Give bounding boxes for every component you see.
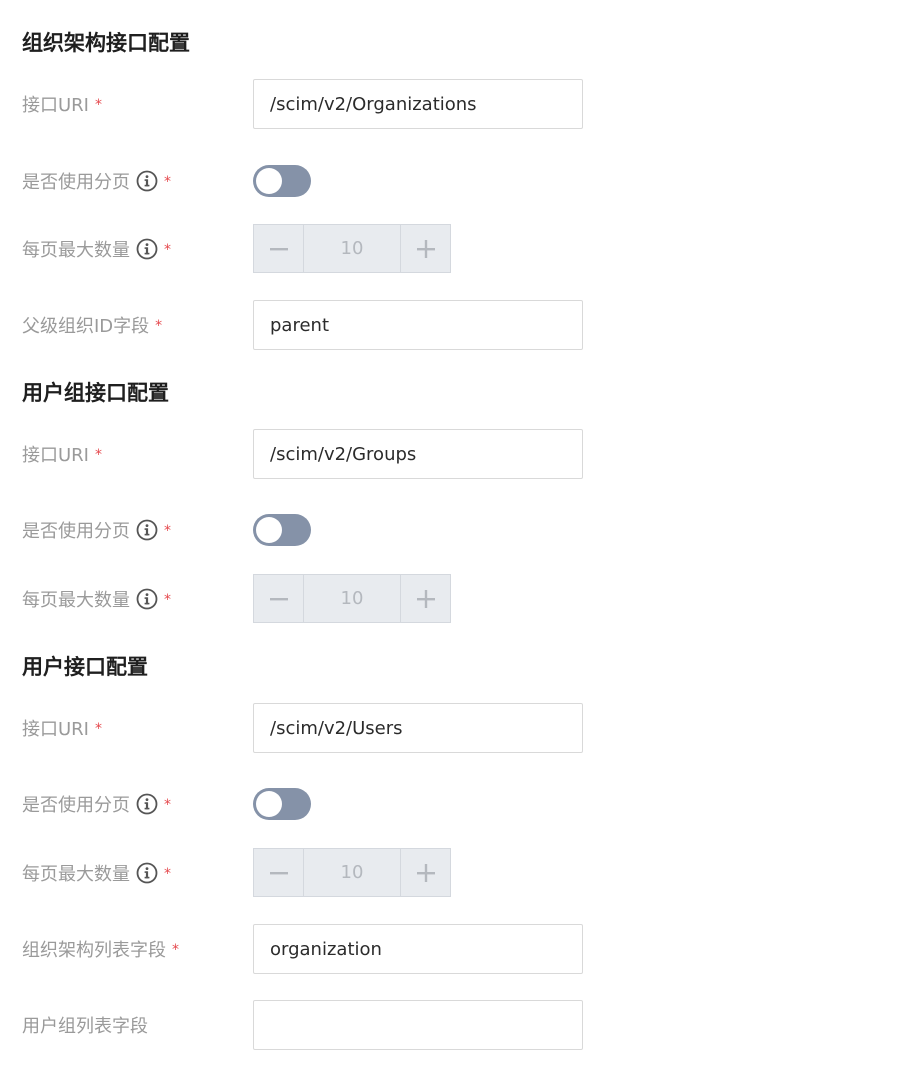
required-mark: *: [164, 797, 171, 813]
parent-id-input[interactable]: [253, 300, 583, 350]
org-uri-field[interactable]: [254, 80, 582, 128]
user-page-size-label: 每页最大数量: [22, 864, 130, 885]
plus-icon: [416, 589, 435, 608]
org-paging-toggle[interactable]: [253, 165, 311, 197]
user-uri-label: 接口URI: [22, 719, 89, 740]
toggle-knob: [256, 168, 282, 194]
field-label: 用户组列表字段: [22, 1000, 148, 1050]
field-label: 是否使用分页 *: [22, 505, 171, 555]
page-size-value[interactable]: 10: [304, 575, 400, 622]
field-label: 是否使用分页 *: [22, 156, 171, 206]
required-mark: *: [164, 174, 171, 190]
minus-icon: [269, 247, 288, 250]
minus-icon: [269, 597, 288, 600]
decrement-button[interactable]: [254, 575, 304, 622]
group-paging-label: 是否使用分页: [22, 521, 130, 542]
info-icon[interactable]: [136, 238, 158, 260]
group-page-size-stepper: 10: [253, 574, 451, 623]
form-row-group-uri: 接口URI *: [0, 429, 904, 479]
group-page-size-label: 每页最大数量: [22, 590, 130, 611]
decrement-button[interactable]: [254, 225, 304, 272]
info-icon[interactable]: [136, 862, 158, 884]
user-uri-input[interactable]: [253, 703, 583, 753]
required-mark: *: [164, 242, 171, 258]
user-paging-toggle[interactable]: [253, 788, 311, 820]
group-uri-field[interactable]: [254, 430, 582, 478]
field-label: 每页最大数量 *: [22, 574, 171, 624]
field-label: 组织架构列表字段 *: [22, 924, 179, 974]
plus-icon: [416, 239, 435, 258]
increment-button[interactable]: [400, 575, 450, 622]
section-title-users: 用户接口配置: [22, 655, 148, 679]
required-mark: *: [164, 523, 171, 539]
plus-icon: [416, 863, 435, 882]
info-icon[interactable]: [136, 588, 158, 610]
org-page-size-stepper: 10: [253, 224, 451, 273]
form-row-group-paging: 是否使用分页 *: [0, 505, 904, 555]
form-row-org-uri: 接口URI *: [0, 79, 904, 129]
section-title-groups: 用户组接口配置: [22, 381, 169, 405]
toggle-knob: [256, 791, 282, 817]
page-size-value[interactable]: 10: [304, 849, 400, 896]
form-row-org-page-size: 每页最大数量 * 10: [0, 224, 904, 274]
section-title-organizations: 组织架构接口配置: [22, 31, 190, 55]
group-paging-toggle[interactable]: [253, 514, 311, 546]
decrement-button[interactable]: [254, 849, 304, 896]
info-icon[interactable]: [136, 170, 158, 192]
required-mark: *: [95, 447, 102, 463]
org-uri-input[interactable]: [253, 79, 583, 129]
field-label: 接口URI *: [22, 703, 102, 753]
org-paging-label: 是否使用分页: [22, 172, 130, 193]
group-uri-input[interactable]: [253, 429, 583, 479]
field-label: 接口URI *: [22, 429, 102, 479]
field-label: 是否使用分页 *: [22, 779, 171, 829]
group-list-input[interactable]: [253, 1000, 583, 1050]
group-uri-label: 接口URI: [22, 445, 89, 466]
group-list-label: 用户组列表字段: [22, 1016, 148, 1037]
required-mark: *: [164, 866, 171, 882]
user-uri-field[interactable]: [254, 704, 582, 752]
field-label: 父级组织ID字段 *: [22, 300, 162, 350]
increment-button[interactable]: [400, 225, 450, 272]
form-row-user-paging: 是否使用分页 *: [0, 779, 904, 829]
field-label: 每页最大数量 *: [22, 224, 171, 274]
toggle-knob: [256, 517, 282, 543]
org-page-size-label: 每页最大数量: [22, 240, 130, 261]
minus-icon: [269, 871, 288, 874]
field-label: 每页最大数量 *: [22, 848, 171, 898]
form-row-user-uri: 接口URI *: [0, 703, 904, 753]
user-paging-label: 是否使用分页: [22, 795, 130, 816]
required-mark: *: [95, 721, 102, 737]
info-icon[interactable]: [136, 519, 158, 541]
form-row-parent-id: 父级组织ID字段 *: [0, 300, 904, 350]
info-icon[interactable]: [136, 793, 158, 815]
org-list-input[interactable]: [253, 924, 583, 974]
org-list-label: 组织架构列表字段: [22, 940, 166, 961]
increment-button[interactable]: [400, 849, 450, 896]
org-list-field[interactable]: [254, 925, 582, 973]
required-mark: *: [155, 318, 163, 334]
form-row-org-list: 组织架构列表字段 *: [0, 924, 904, 974]
user-page-size-stepper: 10: [253, 848, 451, 897]
parent-id-field[interactable]: [254, 301, 582, 349]
form-row-org-paging: 是否使用分页 *: [0, 156, 904, 206]
required-mark: *: [95, 97, 102, 113]
group-list-field[interactable]: [254, 1001, 582, 1049]
form-row-group-list: 用户组列表字段: [0, 1000, 904, 1050]
page-size-value[interactable]: 10: [304, 225, 400, 272]
field-label: 接口URI *: [22, 79, 102, 129]
form-row-user-page-size: 每页最大数量 * 10: [0, 848, 904, 898]
parent-id-label: 父级组织ID字段: [22, 316, 150, 337]
org-uri-label: 接口URI: [22, 95, 89, 116]
required-mark: *: [164, 592, 171, 608]
form-row-group-page-size: 每页最大数量 * 10: [0, 574, 904, 624]
required-mark: *: [172, 942, 179, 958]
